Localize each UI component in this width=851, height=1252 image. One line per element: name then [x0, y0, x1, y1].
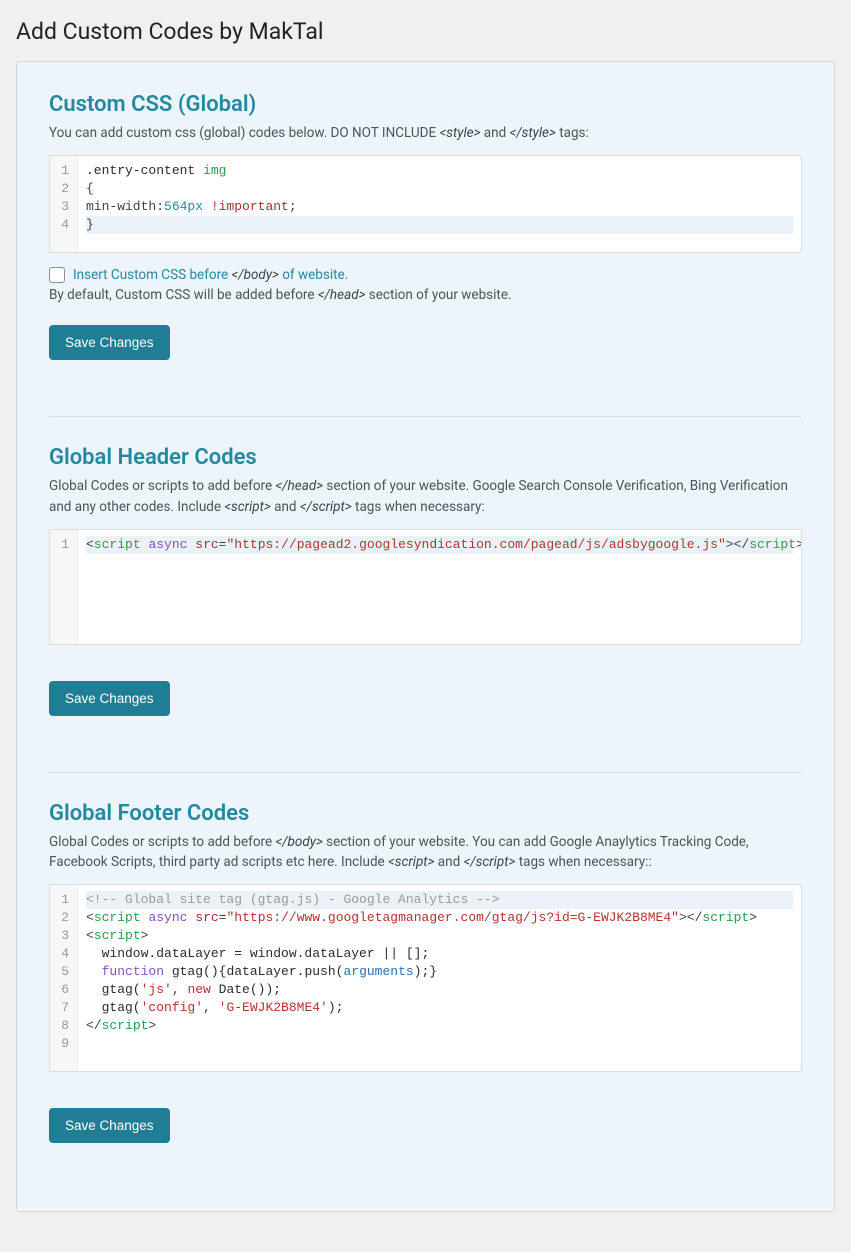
section-footer-codes: Global Footer Codes Global Codes or scri…	[49, 772, 802, 1172]
css-default-note: By default, Custom CSS will be added bef…	[49, 287, 802, 303]
css-code[interactable]: .entry-content img{min-width:564px !impo…	[78, 156, 801, 252]
section-header-codes: Global Header Codes Global Codes or scri…	[49, 416, 802, 744]
header-code-editor[interactable]: 1 <script async src="https://pagead2.goo…	[49, 529, 802, 645]
css-section-desc: You can add custom css (global) codes be…	[49, 123, 802, 143]
page-title: Add Custom Codes by MakTal	[16, 10, 835, 61]
css-section-title: Custom CSS (Global)	[49, 92, 802, 117]
css-gutter: 1234	[50, 156, 78, 252]
header-section-title: Global Header Codes	[49, 445, 802, 470]
section-custom-css: Custom CSS (Global) You can add custom c…	[49, 92, 802, 388]
footer-section-desc: Global Codes or scripts to add before </…	[49, 832, 802, 873]
save-button[interactable]: Save Changes	[49, 681, 170, 716]
footer-section-title: Global Footer Codes	[49, 801, 802, 826]
css-before-body-label[interactable]: Insert Custom CSS before </body> of webs…	[73, 267, 348, 283]
save-button[interactable]: Save Changes	[49, 1108, 170, 1143]
css-code-editor[interactable]: 1234 .entry-content img{min-width:564px …	[49, 155, 802, 253]
footer-code-editor[interactable]: 123456789 <!-- Global site tag (gtag.js)…	[49, 884, 802, 1072]
footer-code[interactable]: <!-- Global site tag (gtag.js) - Google …	[78, 885, 801, 1071]
css-before-body-checkbox[interactable]	[49, 267, 65, 283]
settings-panel: Custom CSS (Global) You can add custom c…	[16, 61, 835, 1212]
css-before-body-row: Insert Custom CSS before </body> of webs…	[49, 267, 802, 283]
header-section-desc: Global Codes or scripts to add before </…	[49, 476, 802, 517]
save-button[interactable]: Save Changes	[49, 325, 170, 360]
header-gutter: 1	[50, 530, 78, 644]
footer-gutter: 123456789	[50, 885, 78, 1071]
header-code[interactable]: <script async src="https://pagead2.googl…	[78, 530, 801, 644]
